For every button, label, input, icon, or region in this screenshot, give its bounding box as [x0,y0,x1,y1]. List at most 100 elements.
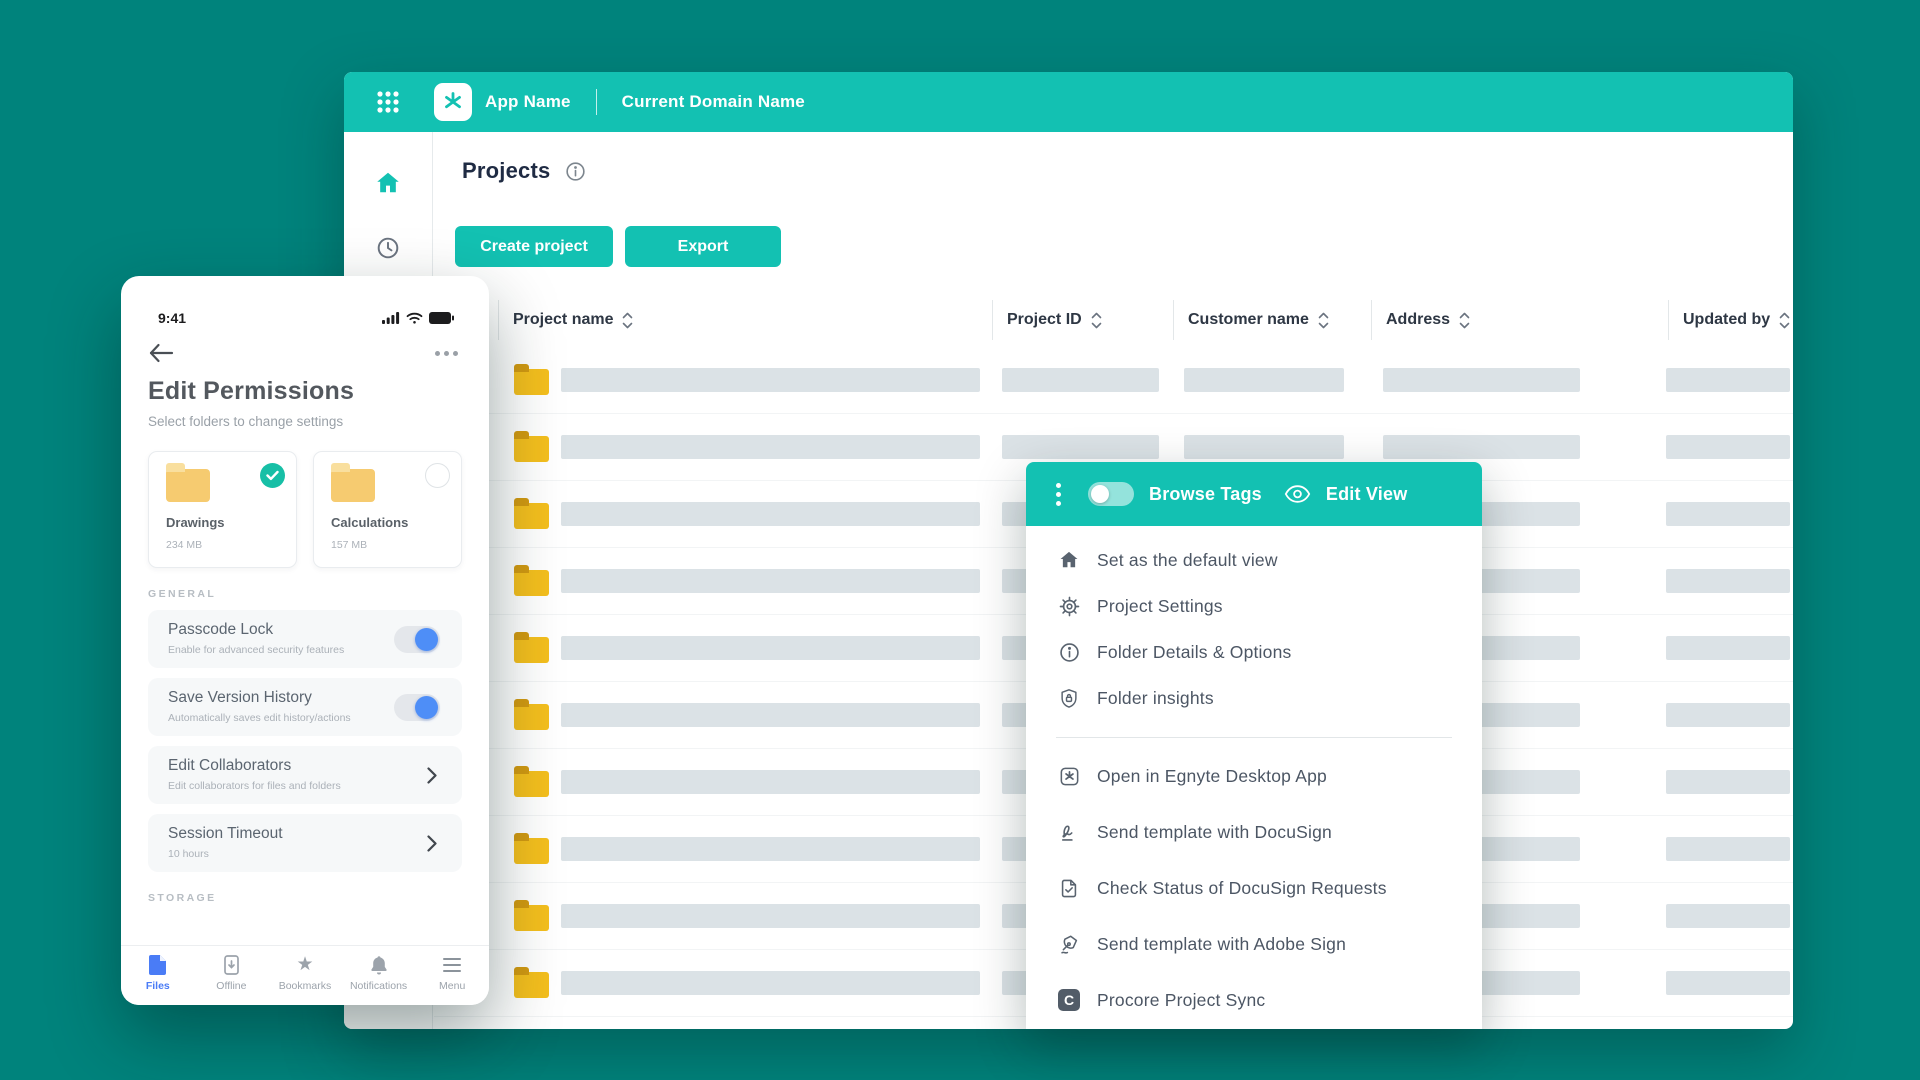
column-header-address[interactable]: Address [1371,300,1470,340]
egnyte-logo[interactable] [434,83,472,121]
save-version-history-toggle[interactable] [394,694,440,721]
folder-icon [514,838,549,864]
browse-tags-toggle[interactable] [1088,482,1134,506]
eye-icon[interactable] [1284,484,1311,504]
setting-session-timeout[interactable]: Session Timeout 10 hours [148,814,462,872]
document-check-icon [1057,876,1081,900]
menu-item-send-docusign[interactable]: Send template with DocuSign [1026,804,1482,860]
folder-icon [514,369,549,395]
sort-icon[interactable] [622,311,633,330]
column-header-updated-by[interactable]: Updated by [1668,300,1790,340]
placeholder-customer-name [1184,368,1344,392]
menu-divider [1056,737,1452,738]
page-title: Projects [462,158,550,184]
placeholder-address [1383,435,1580,459]
placeholder-updated-by [1666,502,1790,526]
create-project-button[interactable]: Create project [455,226,613,267]
placeholder-project-name [561,971,980,995]
selected-check-icon[interactable] [260,463,285,488]
offline-icon [224,955,239,975]
column-header-project-name[interactable]: Project name [498,300,633,340]
column-header-customer-name[interactable]: Customer name [1173,300,1329,340]
table-header: Project name Project ID Customer name Ad… [434,300,1793,340]
status-bar: 9:41 [148,310,462,326]
placeholder-updated-by [1666,971,1790,995]
tab-offline[interactable]: Offline [195,946,269,1005]
folder-card-drawings[interactable]: Drawings 234 MB [148,451,297,568]
folder-icon [514,637,549,663]
placeholder-updated-by [1666,703,1790,727]
setting-passcode-lock[interactable]: Passcode Lock Enable for advanced securi… [148,610,462,668]
app-launcher-icon[interactable] [376,90,400,114]
menu-item-send-adobe-sign[interactable]: Send template with Adobe Sign [1026,916,1482,972]
column-header-project-id[interactable]: Project ID [992,300,1102,340]
chevron-right-icon [427,835,437,857]
setting-save-version-history[interactable]: Save Version History Automatically saves… [148,678,462,736]
folder-icon [514,771,549,797]
passcode-lock-toggle[interactable] [394,626,440,653]
table-row[interactable] [434,347,1793,414]
placeholder-address [1383,368,1580,392]
menu-item-procore-sync[interactable]: C Procore Project Sync [1026,972,1482,1028]
sort-icon[interactable] [1091,311,1102,330]
placeholder-updated-by [1666,904,1790,928]
folder-card-calculations[interactable]: Calculations 157 MB [313,451,462,568]
placeholder-customer-name [1184,435,1344,459]
procore-icon: C [1057,988,1081,1012]
placeholder-project-name [561,703,980,727]
sort-icon[interactable] [1779,311,1790,330]
cellular-icon [382,312,400,324]
tab-notifications[interactable]: Notifications [342,946,416,1005]
placeholder-updated-by [1666,368,1790,392]
tab-files[interactable]: Files [121,946,195,1005]
placeholder-project-name [561,837,980,861]
browse-tags-label: Browse Tags [1149,484,1262,505]
folder-icon [514,905,549,931]
unselected-radio[interactable] [425,463,450,488]
app-header: App Name Current Domain Name [344,72,1793,132]
sort-icon[interactable] [1318,311,1329,330]
folder-icon [514,436,549,462]
more-options-icon[interactable] [435,351,462,356]
tab-menu[interactable]: Menu [415,946,489,1005]
battery-icon [429,312,454,324]
folder-icon [514,503,549,529]
menu-item-folder-details[interactable]: Folder Details & Options [1026,629,1482,675]
hamburger-icon [443,955,461,975]
back-icon[interactable] [148,342,174,364]
chevron-right-icon [427,767,437,789]
tab-bookmarks[interactable]: ★ Bookmarks [268,946,342,1005]
shield-lock-icon [1057,686,1081,710]
recents-icon[interactable] [373,233,403,263]
placeholder-updated-by [1666,435,1790,459]
menu-item-check-docusign-status[interactable]: Check Status of DocuSign Requests [1026,860,1482,916]
placeholder-project-name [561,636,980,660]
kebab-icon[interactable] [1050,483,1066,506]
placeholder-project-name [561,502,980,526]
placeholder-updated-by [1666,569,1790,593]
home-icon[interactable] [373,168,403,198]
home-icon [1057,548,1081,572]
menu-header: Browse Tags Edit View [1026,462,1482,526]
mobile-title: Edit Permissions [148,377,462,406]
menu-item-set-default-view[interactable]: Set as the default view [1026,537,1482,583]
export-button[interactable]: Export [625,226,781,267]
section-label-storage: STORAGE [148,892,462,904]
pen-nib-icon [1057,932,1081,956]
bell-icon [370,955,388,975]
mobile-tab-bar: Files Offline ★ Bookmarks Notifications [121,945,489,1005]
folder-icon [514,570,549,596]
signature-icon [1057,820,1081,844]
placeholder-updated-by [1666,837,1790,861]
setting-edit-collaborators[interactable]: Edit Collaborators Edit collaborators fo… [148,746,462,804]
edit-view-button[interactable]: Edit View [1326,484,1408,505]
placeholder-project-id [1002,368,1159,392]
egnyte-app-icon [1057,764,1081,788]
menu-item-folder-insights[interactable]: Folder insights [1026,675,1482,721]
menu-item-open-desktop-app[interactable]: Open in Egnyte Desktop App [1026,748,1482,804]
info-icon[interactable] [564,160,587,183]
sort-icon[interactable] [1459,311,1470,330]
folder-icon [514,704,549,730]
stage: App Name Current Domain Name Projects [0,0,1920,1080]
menu-item-project-settings[interactable]: Project Settings [1026,583,1482,629]
